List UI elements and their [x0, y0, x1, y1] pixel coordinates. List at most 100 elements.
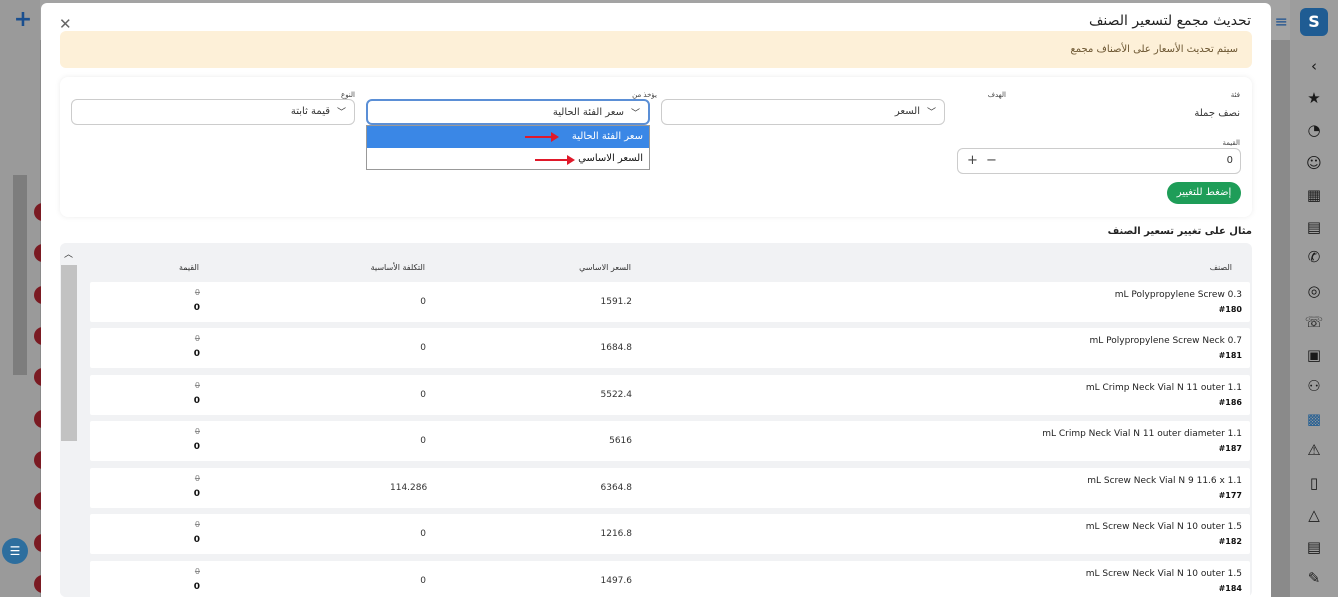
- apply-change-button[interactable]: إضغط للتغيير: [1167, 182, 1241, 204]
- item-basic-price: 5522.4: [600, 390, 633, 400]
- team-icon[interactable]: ⚇: [1304, 376, 1324, 396]
- item-name: mL Crimp Neck Vial N 11 outer diameter 1…: [1042, 429, 1242, 439]
- scrollbar-thumb[interactable]: [61, 265, 77, 441]
- building-icon[interactable]: ▦: [1304, 185, 1324, 205]
- target-select-value: السعر: [894, 106, 920, 117]
- item-old-value: 0: [194, 567, 200, 576]
- bulk-pricing-modal: تحديث مجمع لتسعير الصنف ✕ سيتم تحديث الأ…: [41, 3, 1271, 597]
- table-row: mL Crimp Neck Vial N 11 outer diameter 1…: [90, 421, 1250, 461]
- item-id: #184: [1218, 584, 1242, 593]
- pricing-icon[interactable]: ▩: [1304, 409, 1324, 429]
- item-basic-price: 1216.8: [600, 529, 633, 539]
- telephone-icon[interactable]: ☏: [1304, 312, 1324, 332]
- red-arrow-annotation: [525, 132, 559, 142]
- item-basic-cost: 114.286: [390, 483, 428, 493]
- item-basic-price: 1684.8: [600, 343, 633, 353]
- source-label: يؤخذ من: [632, 91, 657, 99]
- table-row: mL Screw Neck Vial N 9 11.6 x 1.1 #177 636…: [90, 468, 1250, 508]
- triangle-icon[interactable]: △: [1304, 505, 1324, 525]
- item-id: #181: [1218, 351, 1242, 360]
- modal-title: تحديث مجمع لتسعير الصنف: [1088, 13, 1251, 29]
- example-section-title: مثال على تغيير تسعير الصنف: [1107, 226, 1252, 237]
- table-row: mL Polypropylene Screw Neck 0.7 #181 1684.…: [90, 328, 1250, 368]
- column-header-value: القيمة: [178, 263, 199, 272]
- pricing-form: فئة نصف جملة الهدف ﹀ السعر يؤخذ من ﹀ سعر…: [60, 77, 1252, 217]
- category-label: فئة: [1230, 91, 1240, 99]
- item-name: mL Screw Neck Vial N 10 outer 1.5: [1085, 569, 1242, 579]
- item-id: #187: [1218, 444, 1242, 453]
- document-icon[interactable]: ▤: [1304, 217, 1324, 237]
- source-select-value: سعر الفئة الحالية: [552, 107, 624, 118]
- example-table: ︿ الصنف السعر الاساسي التكلفة الأساسية ا…: [60, 243, 1252, 597]
- red-arrow-annotation: [535, 155, 575, 165]
- item-name: mL Polypropylene Screw 0.3: [1114, 290, 1242, 300]
- plus-icon: +: [13, 7, 33, 32]
- chevron-up-icon[interactable]: ︿: [64, 247, 73, 260]
- edit-icon[interactable]: ✎: [1304, 568, 1324, 588]
- background-left-panel: + ☰: [0, 0, 46, 597]
- item-old-value: 0: [194, 474, 200, 483]
- column-header-item: الصنف: [1209, 263, 1232, 272]
- type-select-value: قيمة ثابتة: [290, 106, 330, 117]
- item-basic-cost: 0: [420, 436, 426, 446]
- target-select[interactable]: ﹀ السعر: [661, 99, 945, 125]
- item-new-value: 0: [193, 396, 200, 406]
- chevron-left-icon[interactable]: ‹: [1304, 56, 1324, 76]
- type-label: النوع: [341, 91, 355, 99]
- item-id: #186: [1218, 398, 1242, 407]
- alert-text: سيتم تحديث الأسعار على الأصناف مجمع: [1070, 44, 1238, 55]
- item-old-value: 0: [194, 381, 200, 390]
- source-option-basic-price[interactable]: السعر الاساسي: [367, 148, 649, 170]
- info-alert: سيتم تحديث الأسعار على الأصناف مجمع: [60, 31, 1252, 68]
- dashboard-icon[interactable]: ◔: [1304, 120, 1324, 140]
- warning-icon[interactable]: ⚠: [1304, 440, 1324, 460]
- source-dropdown: سعر الفئة الحالية السعر الاساسي: [366, 125, 650, 170]
- item-basic-cost: 0: [420, 576, 426, 586]
- amount-input-value: 0: [1226, 155, 1233, 166]
- item-basic-cost: 0: [420, 390, 426, 400]
- table-row: mL Screw Neck Vial N 10 outer 1.5 #182 121…: [90, 514, 1250, 554]
- star-icon[interactable]: ★: [1304, 88, 1324, 108]
- item-new-value: 0: [193, 442, 200, 452]
- table-row: mL Crimp Neck Vial N 11 outer 1.1 #186 552…: [90, 375, 1250, 415]
- amount-input[interactable]: + − 0: [957, 148, 1241, 174]
- column-header-basic-cost: التكلفة الأساسية: [370, 263, 425, 272]
- item-new-value: 0: [193, 489, 200, 499]
- item-new-value: 0: [193, 535, 200, 545]
- item-id: #177: [1218, 491, 1242, 500]
- calendar-icon[interactable]: ▣: [1304, 345, 1324, 365]
- device-icon[interactable]: ▯: [1304, 473, 1324, 493]
- item-name: mL Polypropylene Screw Neck 0.7: [1089, 336, 1242, 346]
- chevron-down-icon: ﹀: [926, 108, 936, 118]
- phone-icon[interactable]: ✆: [1304, 247, 1324, 267]
- table-scrollbar[interactable]: ︿: [60, 243, 78, 597]
- item-new-value: 0: [193, 303, 200, 313]
- report-icon[interactable]: ▤: [1304, 537, 1324, 557]
- source-option-current-category[interactable]: سعر الفئة الحالية: [367, 126, 649, 148]
- item-old-value: 0: [194, 334, 200, 343]
- target-label: الهدف: [987, 91, 1006, 99]
- item-new-value: 0: [193, 349, 200, 359]
- menu-icon[interactable]: ≡: [1275, 12, 1288, 31]
- item-name: mL Screw Neck Vial N 10 outer 1.5: [1085, 522, 1242, 532]
- item-old-value: 0: [194, 427, 200, 436]
- item-id: #182: [1218, 537, 1242, 546]
- item-basic-price: 6364.8: [600, 483, 633, 493]
- item-name: mL Screw Neck Vial N 9 11.6 x 1.1: [1087, 476, 1242, 486]
- item-basic-price: 5616: [609, 436, 632, 446]
- column-header-basic-price: السعر الاساسي: [579, 263, 631, 272]
- item-old-value: 0: [194, 288, 200, 297]
- table-row: mL Polypropylene Screw 0.3 #180 1591.2 0 0 0: [90, 282, 1250, 322]
- users-icon[interactable]: ☺: [1304, 153, 1324, 173]
- source-select[interactable]: ﹀ سعر الفئة الحالية: [366, 99, 650, 125]
- amount-label: القيمة: [1222, 139, 1240, 147]
- chat-icon: ☰: [2, 538, 28, 564]
- logo-icon: S: [1300, 8, 1328, 36]
- item-new-value: 0: [193, 582, 200, 592]
- item-name: mL Crimp Neck Vial N 11 outer 1.1: [1085, 383, 1242, 393]
- item-basic-cost: 0: [420, 343, 426, 353]
- quantity-stepper[interactable]: + −: [967, 153, 999, 168]
- location-icon[interactable]: ◎: [1304, 281, 1324, 301]
- type-select[interactable]: ﹀ قيمة ثابتة: [71, 99, 355, 125]
- item-basic-cost: 0: [420, 297, 426, 307]
